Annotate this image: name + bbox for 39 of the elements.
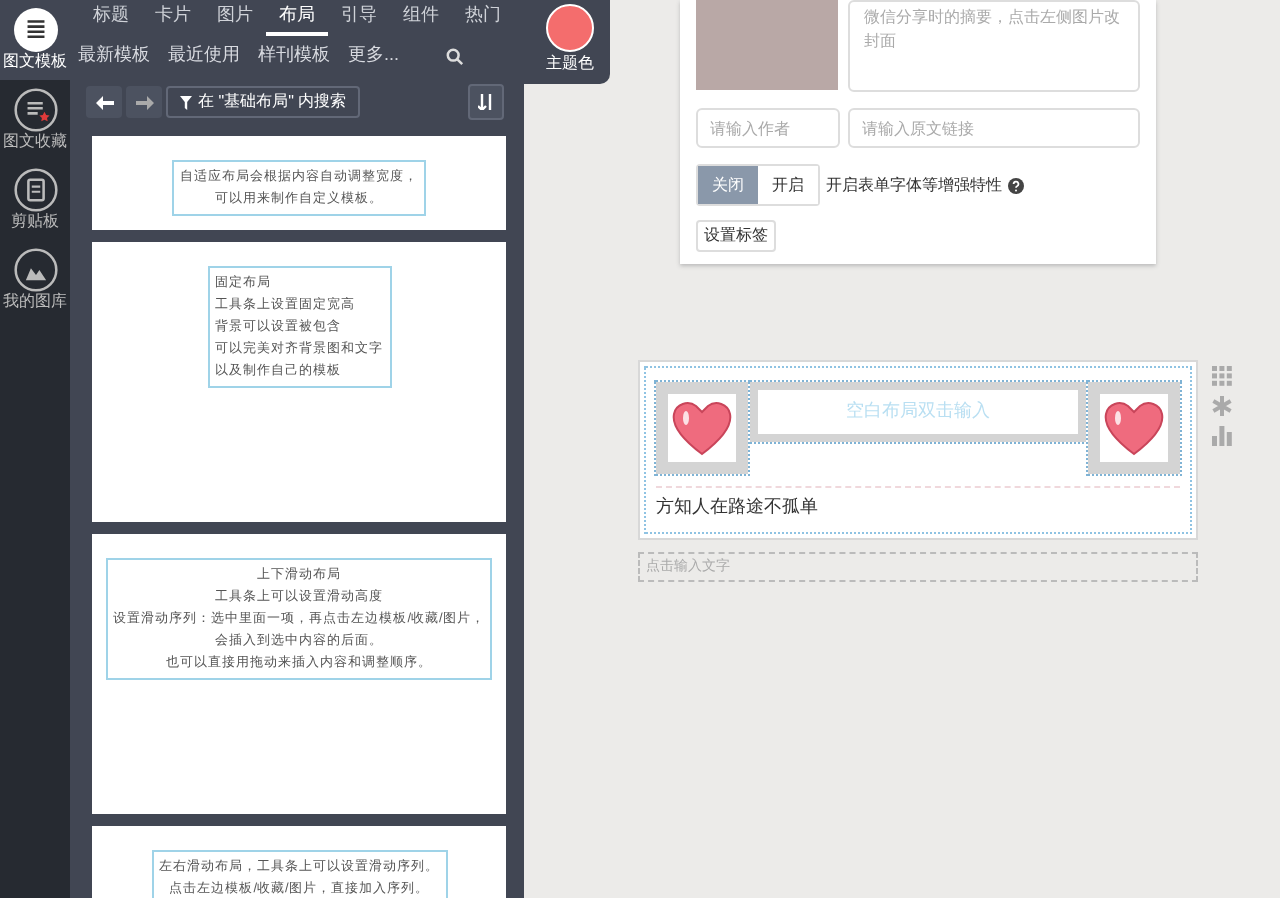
set-tags-button[interactable]: 设置标签 <box>696 220 776 252</box>
caption-text: 方知人在路途不孤单 <box>656 486 1180 521</box>
template-tab[interactable]: 最新模板 <box>78 42 150 70</box>
category-tab[interactable]: 布局 <box>266 0 328 36</box>
category-tab[interactable]: 标题 <box>80 0 142 36</box>
summary-field[interactable]: 微信分享时的摘要，点击左侧图片改封面 <box>848 0 1140 92</box>
sidebar-item[interactable]: 我的图库 <box>0 240 70 320</box>
template-tab[interactable]: 更多... <box>348 42 400 70</box>
sidebar-item[interactable]: 剪贴板 <box>0 160 70 240</box>
sidebar-item[interactable]: 图文收藏 <box>0 80 70 160</box>
heart-picture <box>656 382 748 474</box>
template-tab[interactable]: 样刊模板 <box>258 42 330 70</box>
layout-block[interactable]: 空白布局双击输入 方知人在路途不孤单 <box>638 360 1198 540</box>
sort-icon <box>478 94 494 110</box>
heart-picture <box>1088 382 1180 474</box>
document-icon <box>9 8 61 52</box>
back-button[interactable] <box>86 86 122 118</box>
enhance-label: 开启表单字体等增强特性 <box>826 173 1002 197</box>
category-tab[interactable]: 卡片 <box>142 0 204 36</box>
help-icon[interactable] <box>1008 177 1024 193</box>
forward-button[interactable] <box>126 86 162 118</box>
category-tab[interactable]: 图片 <box>204 0 266 36</box>
category-tab[interactable]: 热门 <box>452 0 514 36</box>
filter-search-button[interactable]: 在 "基础布局" 内搜索 <box>166 86 361 118</box>
source-link-field[interactable]: 请输入原文链接 <box>848 108 1140 148</box>
filter-icon <box>180 95 192 109</box>
theme-color-swatch[interactable] <box>546 4 594 52</box>
sidebar-item[interactable]: 图文模板 <box>0 0 70 80</box>
sort-button[interactable] <box>468 84 504 120</box>
left-arrow-icon <box>95 95 113 109</box>
theme-color-label: 主题色 <box>546 52 594 76</box>
search-icon[interactable] <box>445 47 464 65</box>
category-tab[interactable]: 组件 <box>390 0 452 36</box>
right-arrow-icon <box>135 95 153 109</box>
author-field[interactable]: 请输入作者 <box>696 108 840 148</box>
template-tab[interactable]: 最近使用 <box>168 42 240 70</box>
category-tab[interactable]: 引导 <box>328 0 390 36</box>
image-icon <box>9 248 61 292</box>
clipboard-icon <box>9 168 61 212</box>
